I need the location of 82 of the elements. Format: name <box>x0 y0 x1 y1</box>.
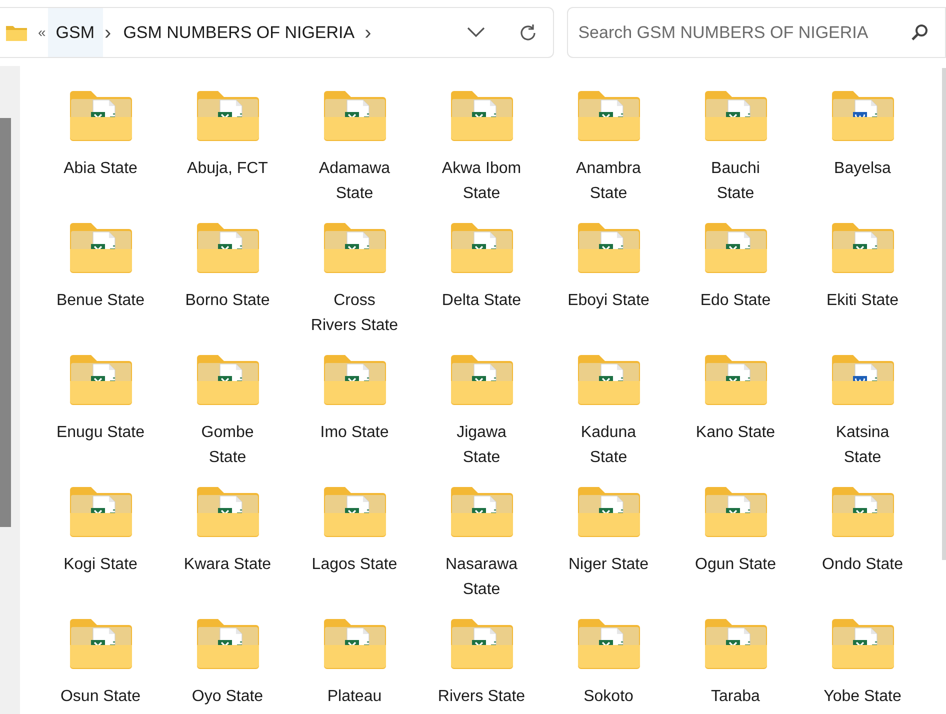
refresh-icon[interactable] <box>518 22 538 42</box>
file-label[interactable]: Nasarawa State <box>437 552 526 602</box>
folder-icon[interactable] <box>830 486 894 538</box>
search-icon[interactable] <box>911 24 928 41</box>
folder-icon[interactable] <box>322 90 386 142</box>
file-label[interactable]: Enugu State <box>56 420 145 445</box>
folder-icon[interactable] <box>68 90 132 142</box>
folder-icon[interactable] <box>830 618 894 670</box>
file-label[interactable]: Bayelsa <box>818 156 907 181</box>
file-label[interactable]: Akwa Ibom State <box>437 156 526 206</box>
folder-icon[interactable] <box>322 486 386 538</box>
folder-icon <box>5 24 28 42</box>
file-label[interactable]: Sokoto <box>564 684 653 709</box>
folder-icon[interactable] <box>576 222 640 274</box>
folder-icon[interactable] <box>450 90 514 142</box>
file-label[interactable]: Yobe State <box>818 684 907 709</box>
file-label[interactable]: Taraba <box>691 684 780 709</box>
file-label[interactable]: Rivers State <box>437 684 526 709</box>
search-field[interactable]: Search GSM NUMBERS OF NIGERIA <box>567 7 946 58</box>
folder-icon[interactable] <box>704 618 768 670</box>
folder-icon[interactable] <box>450 354 514 406</box>
scrollbar-track[interactable] <box>942 68 946 560</box>
file-label[interactable]: Niger State <box>564 552 653 577</box>
folder-icon[interactable] <box>704 222 768 274</box>
file-label[interactable]: Adamawa State <box>310 156 399 206</box>
folder-icon[interactable] <box>704 90 768 142</box>
folder-icon[interactable] <box>322 354 386 406</box>
folder-icon[interactable] <box>830 222 894 274</box>
file-label[interactable]: Cross Rivers State <box>310 288 399 338</box>
folder-icon[interactable] <box>196 222 260 274</box>
breadcrumb[interactable]: GSM <box>48 8 103 57</box>
folder-icon[interactable] <box>830 90 894 142</box>
file-label[interactable]: Lagos State <box>310 552 399 577</box>
folder-icon[interactable] <box>704 354 768 406</box>
file-label[interactable]: Eboyi State <box>564 288 653 313</box>
breadcrumb-separator[interactable]: › <box>362 18 374 48</box>
file-label[interactable]: Kogi State <box>56 552 145 577</box>
file-label[interactable]: Benue State <box>56 288 145 313</box>
folder-icon[interactable] <box>576 618 640 670</box>
file-label[interactable]: Ogun State <box>691 552 780 577</box>
folder-icon[interactable] <box>196 486 260 538</box>
folder-icon[interactable] <box>704 486 768 538</box>
folder-icon[interactable] <box>68 486 132 538</box>
folder-icon[interactable] <box>450 486 514 538</box>
file-label[interactable]: Anambra State <box>564 156 653 206</box>
file-label[interactable]: Imo State <box>310 420 399 445</box>
file-label[interactable]: Delta State <box>437 288 526 313</box>
folder-icon[interactable] <box>576 354 640 406</box>
folder-icon[interactable] <box>196 90 260 142</box>
folder-icon[interactable] <box>68 222 132 274</box>
file-label[interactable]: Kwara State <box>183 552 272 577</box>
folder-icon[interactable] <box>68 618 132 670</box>
file-label[interactable]: Plateau <box>310 684 399 709</box>
folder-icon[interactable] <box>68 354 132 406</box>
folder-icon[interactable] <box>576 90 640 142</box>
folder-icon[interactable] <box>196 354 260 406</box>
folder-icon[interactable] <box>450 618 514 670</box>
file-label[interactable]: Ekiti State <box>818 288 907 313</box>
file-label[interactable]: Jigawa State <box>437 420 526 470</box>
folder-icon[interactable] <box>322 618 386 670</box>
file-label[interactable]: Bauchi State <box>691 156 780 206</box>
scrollbar-thumb[interactable] <box>0 118 11 527</box>
file-label[interactable]: Borno State <box>183 288 272 313</box>
file-label[interactable]: Oyo State <box>183 684 272 709</box>
folder-icon[interactable] <box>576 486 640 538</box>
file-label[interactable]: Kaduna State <box>564 420 653 470</box>
file-label[interactable]: Abia State <box>56 156 145 181</box>
file-label[interactable]: Osun State <box>56 684 145 709</box>
file-label[interactable]: Edo State <box>691 288 780 313</box>
folder-icon[interactable] <box>322 222 386 274</box>
file-label[interactable]: Abuja, FCT <box>183 156 272 181</box>
breadcrumb-separator[interactable]: › <box>102 18 114 48</box>
overflow-chevron[interactable]: « <box>36 22 48 43</box>
file-label[interactable]: Kano State <box>691 420 780 445</box>
chevron-down-icon[interactable] <box>467 27 486 38</box>
folder-icon[interactable] <box>450 222 514 274</box>
file-label[interactable]: Katsina State <box>818 420 907 470</box>
folder-icon[interactable] <box>196 618 260 670</box>
folder-icon[interactable] <box>830 354 894 406</box>
file-label[interactable]: Gombe State <box>183 420 272 470</box>
file-label[interactable]: Ondo State <box>818 552 907 577</box>
address-bar[interactable]: « GSM › GSM NUMBERS OF NIGERIA › <box>0 7 554 58</box>
